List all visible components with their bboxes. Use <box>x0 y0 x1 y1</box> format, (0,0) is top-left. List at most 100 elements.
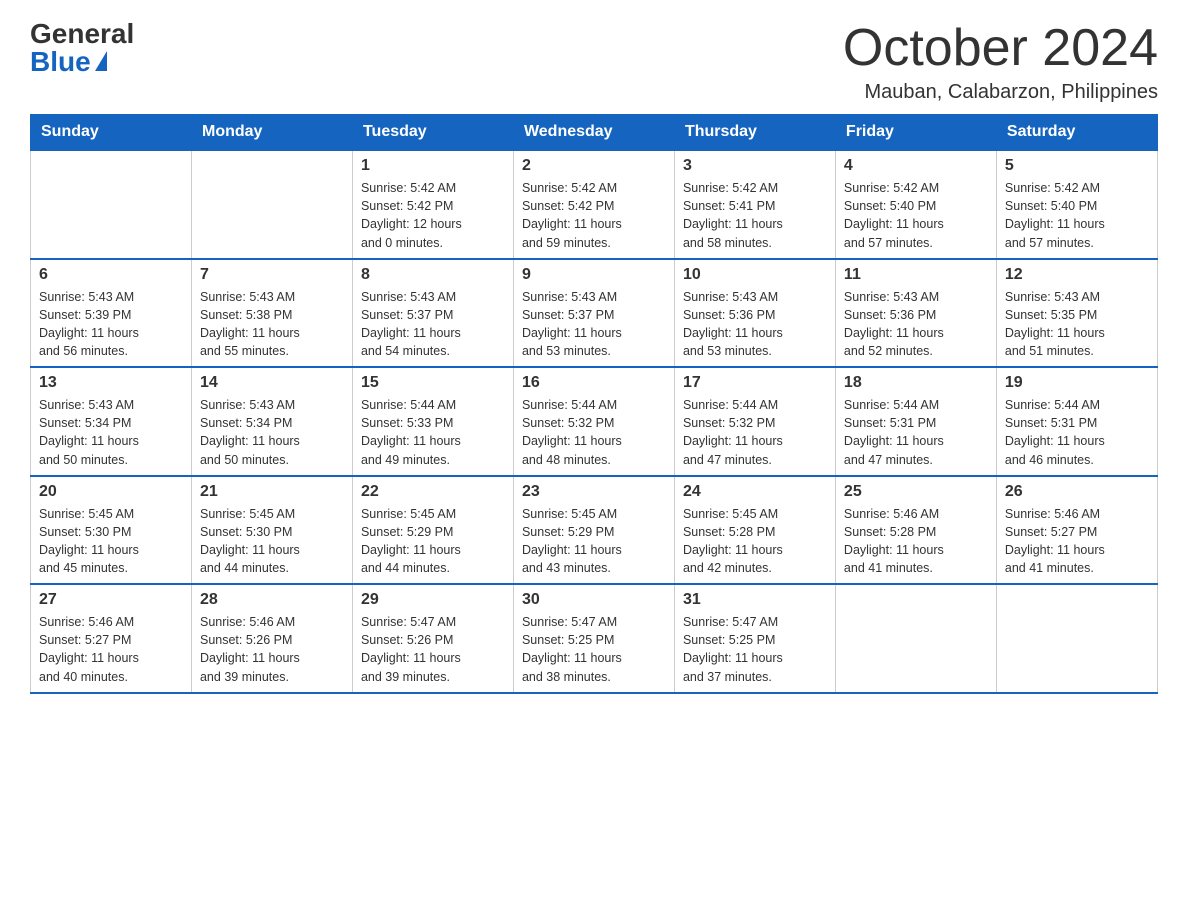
day-info: Sunrise: 5:45 AM Sunset: 5:30 PM Dayligh… <box>39 505 183 578</box>
calendar-cell: 13 Sunrise: 5:43 AM Sunset: 5:34 PM Dayli… <box>31 367 192 476</box>
calendar-cell: 25Sunrise: 5:46 AM Sunset: 5:28 PM Dayli… <box>835 476 996 585</box>
day-number: 15 <box>361 374 505 392</box>
calendar-week-row: 27 Sunrise: 5:46 AM Sunset: 5:27 PM Dayli… <box>31 584 1158 693</box>
calendar-cell: 24 Sunrise: 5:45 AM Sunset: 5:28 PM Dayli… <box>674 476 835 585</box>
calendar-week-row: 6Sunrise: 5:43 AM Sunset: 5:39 PM Daylig… <box>31 259 1158 368</box>
day-number: 21 <box>200 483 344 501</box>
day-number: 7 <box>200 266 344 284</box>
day-info: Sunrise: 5:42 AM Sunset: 5:41 PM Dayligh… <box>683 179 827 252</box>
calendar-cell: 17 Sunrise: 5:44 AM Sunset: 5:32 PM Dayli… <box>674 367 835 476</box>
logo-blue-text: Blue <box>30 48 107 76</box>
day-info: Sunrise: 5:43 AM Sunset: 5:37 PM Dayligh… <box>522 288 666 361</box>
day-number: 3 <box>683 157 827 175</box>
day-info: Sunrise: 5:43 AM Sunset: 5:38 PM Dayligh… <box>200 288 344 361</box>
day-number: 9 <box>522 266 666 284</box>
day-info: Sunrise: 5:43 AM Sunset: 5:37 PM Dayligh… <box>361 288 505 361</box>
calendar-header-wednesday: Wednesday <box>513 115 674 151</box>
day-info: Sunrise: 5:43 AM Sunset: 5:34 PM Dayligh… <box>200 396 344 469</box>
day-number: 27 <box>39 591 183 609</box>
day-number: 31 <box>683 591 827 609</box>
title-area: October 2024 Mauban, Calabarzon, Philipp… <box>843 20 1158 104</box>
day-info: Sunrise: 5:46 AM Sunset: 5:26 PM Dayligh… <box>200 613 344 686</box>
day-number: 8 <box>361 266 505 284</box>
day-info: Sunrise: 5:46 AM Sunset: 5:28 PM Dayligh… <box>844 505 988 578</box>
day-info: Sunrise: 5:43 AM Sunset: 5:35 PM Dayligh… <box>1005 288 1149 361</box>
location-text: Mauban, Calabarzon, Philippines <box>843 81 1158 104</box>
day-number: 24 <box>683 483 827 501</box>
day-info: Sunrise: 5:44 AM Sunset: 5:31 PM Dayligh… <box>844 396 988 469</box>
day-number: 11 <box>844 266 988 284</box>
day-info: Sunrise: 5:43 AM Sunset: 5:34 PM Dayligh… <box>39 396 183 469</box>
day-number: 20 <box>39 483 183 501</box>
month-title: October 2024 <box>843 20 1158 77</box>
calendar-cell: 23 Sunrise: 5:45 AM Sunset: 5:29 PM Dayli… <box>513 476 674 585</box>
day-info: Sunrise: 5:42 AM Sunset: 5:42 PM Dayligh… <box>522 179 666 252</box>
calendar-table: SundayMondayTuesdayWednesdayThursdayFrid… <box>30 114 1158 694</box>
day-info: Sunrise: 5:44 AM Sunset: 5:32 PM Dayligh… <box>683 396 827 469</box>
day-number: 2 <box>522 157 666 175</box>
day-info: Sunrise: 5:45 AM Sunset: 5:30 PM Dayligh… <box>200 505 344 578</box>
calendar-cell: 2 Sunrise: 5:42 AM Sunset: 5:42 PM Daylig… <box>513 150 674 259</box>
calendar-header-sunday: Sunday <box>31 115 192 151</box>
calendar-cell: 7 Sunrise: 5:43 AM Sunset: 5:38 PM Daylig… <box>191 259 352 368</box>
day-info: Sunrise: 5:47 AM Sunset: 5:26 PM Dayligh… <box>361 613 505 686</box>
day-info: Sunrise: 5:43 AM Sunset: 5:36 PM Dayligh… <box>844 288 988 361</box>
day-info: Sunrise: 5:47 AM Sunset: 5:25 PM Dayligh… <box>522 613 666 686</box>
day-number: 22 <box>361 483 505 501</box>
day-info: Sunrise: 5:44 AM Sunset: 5:32 PM Dayligh… <box>522 396 666 469</box>
calendar-cell: 6Sunrise: 5:43 AM Sunset: 5:39 PM Daylig… <box>31 259 192 368</box>
logo: General Blue <box>30 20 134 76</box>
logo-triangle-icon <box>95 51 107 71</box>
calendar-cell: 31 Sunrise: 5:47 AM Sunset: 5:25 PM Dayli… <box>674 584 835 693</box>
day-info: Sunrise: 5:42 AM Sunset: 5:40 PM Dayligh… <box>844 179 988 252</box>
calendar-cell: 22Sunrise: 5:45 AM Sunset: 5:29 PM Dayli… <box>352 476 513 585</box>
day-number: 14 <box>200 374 344 392</box>
calendar-cell: 28Sunrise: 5:46 AM Sunset: 5:26 PM Dayli… <box>191 584 352 693</box>
day-info: Sunrise: 5:44 AM Sunset: 5:31 PM Dayligh… <box>1005 396 1149 469</box>
calendar-cell: 3 Sunrise: 5:42 AM Sunset: 5:41 PM Daylig… <box>674 150 835 259</box>
day-number: 18 <box>844 374 988 392</box>
calendar-cell <box>835 584 996 693</box>
calendar-cell: 15 Sunrise: 5:44 AM Sunset: 5:33 PM Dayli… <box>352 367 513 476</box>
calendar-header-thursday: Thursday <box>674 115 835 151</box>
calendar-cell: 12 Sunrise: 5:43 AM Sunset: 5:35 PM Dayli… <box>996 259 1157 368</box>
day-number: 26 <box>1005 483 1149 501</box>
calendar-week-row: 20 Sunrise: 5:45 AM Sunset: 5:30 PM Dayli… <box>31 476 1158 585</box>
day-info: Sunrise: 5:46 AM Sunset: 5:27 PM Dayligh… <box>39 613 183 686</box>
day-info: Sunrise: 5:47 AM Sunset: 5:25 PM Dayligh… <box>683 613 827 686</box>
calendar-cell: 27 Sunrise: 5:46 AM Sunset: 5:27 PM Dayli… <box>31 584 192 693</box>
calendar-week-row: 1 Sunrise: 5:42 AM Sunset: 5:42 PM Daylig… <box>31 150 1158 259</box>
calendar-cell: 14 Sunrise: 5:43 AM Sunset: 5:34 PM Dayli… <box>191 367 352 476</box>
day-number: 17 <box>683 374 827 392</box>
day-number: 16 <box>522 374 666 392</box>
day-number: 13 <box>39 374 183 392</box>
page-header: General Blue October 2024 Mauban, Calaba… <box>30 20 1158 104</box>
calendar-cell: 29Sunrise: 5:47 AM Sunset: 5:26 PM Dayli… <box>352 584 513 693</box>
day-info: Sunrise: 5:43 AM Sunset: 5:36 PM Dayligh… <box>683 288 827 361</box>
calendar-cell <box>191 150 352 259</box>
calendar-cell: 5Sunrise: 5:42 AM Sunset: 5:40 PM Daylig… <box>996 150 1157 259</box>
day-number: 5 <box>1005 157 1149 175</box>
calendar-cell: 20 Sunrise: 5:45 AM Sunset: 5:30 PM Dayli… <box>31 476 192 585</box>
day-info: Sunrise: 5:45 AM Sunset: 5:29 PM Dayligh… <box>522 505 666 578</box>
day-info: Sunrise: 5:46 AM Sunset: 5:27 PM Dayligh… <box>1005 505 1149 578</box>
day-number: 30 <box>522 591 666 609</box>
day-number: 4 <box>844 157 988 175</box>
calendar-header-tuesday: Tuesday <box>352 115 513 151</box>
calendar-cell: 21 Sunrise: 5:45 AM Sunset: 5:30 PM Dayli… <box>191 476 352 585</box>
day-number: 1 <box>361 157 505 175</box>
calendar-cell: 26 Sunrise: 5:46 AM Sunset: 5:27 PM Dayli… <box>996 476 1157 585</box>
day-info: Sunrise: 5:45 AM Sunset: 5:28 PM Dayligh… <box>683 505 827 578</box>
day-number: 12 <box>1005 266 1149 284</box>
day-info: Sunrise: 5:42 AM Sunset: 5:42 PM Dayligh… <box>361 179 505 252</box>
day-number: 23 <box>522 483 666 501</box>
day-number: 10 <box>683 266 827 284</box>
calendar-header-monday: Monday <box>191 115 352 151</box>
calendar-cell: 10 Sunrise: 5:43 AM Sunset: 5:36 PM Dayli… <box>674 259 835 368</box>
day-number: 6 <box>39 266 183 284</box>
calendar-cell <box>31 150 192 259</box>
calendar-cell: 4 Sunrise: 5:42 AM Sunset: 5:40 PM Daylig… <box>835 150 996 259</box>
calendar-cell: 30 Sunrise: 5:47 AM Sunset: 5:25 PM Dayli… <box>513 584 674 693</box>
day-info: Sunrise: 5:44 AM Sunset: 5:33 PM Dayligh… <box>361 396 505 469</box>
calendar-header-saturday: Saturday <box>996 115 1157 151</box>
